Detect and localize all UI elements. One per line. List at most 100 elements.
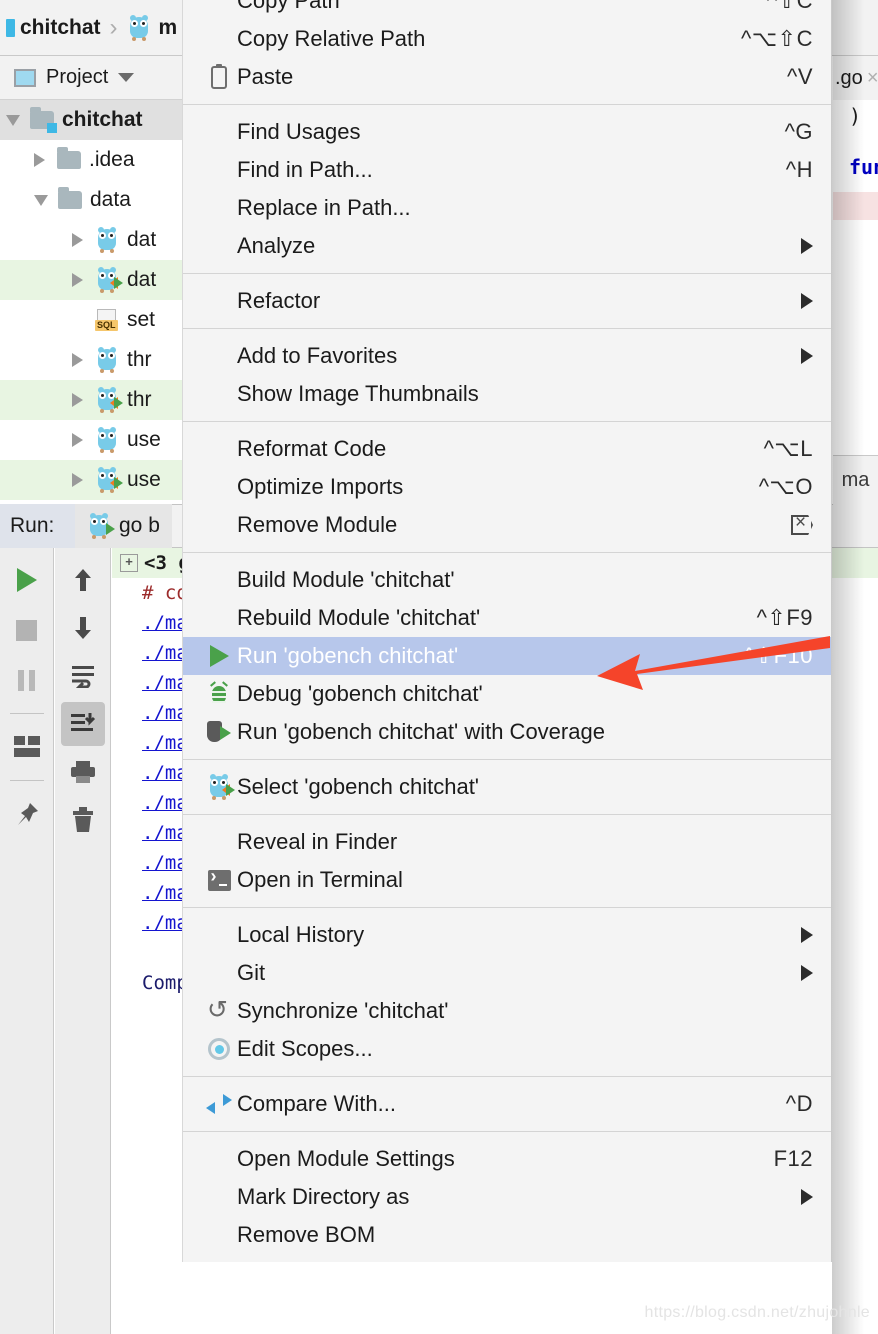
menu-item-refactor[interactable]: Refactor [183, 282, 831, 320]
console-link[interactable]: ./ma [142, 822, 188, 844]
console-link[interactable]: ./ma [142, 882, 188, 904]
print-button[interactable] [61, 750, 105, 794]
menu-item-shortcut: ^⌥O [758, 474, 813, 499]
tree-row-go-file[interactable]: thr [0, 340, 182, 380]
no-icon [201, 565, 237, 595]
tree-row-chitchat[interactable]: chitchat [0, 100, 182, 140]
console-link[interactable]: ./ma [142, 792, 188, 814]
expand-arrow-icon[interactable] [34, 153, 45, 167]
expand-arrow-icon[interactable] [72, 393, 83, 407]
sql-file-icon: SQL [95, 309, 119, 331]
menu-item-remove-bom[interactable]: Remove BOM [183, 1216, 831, 1254]
layout-button[interactable] [5, 725, 49, 769]
tree-row-data[interactable]: data [0, 180, 182, 220]
expand-arrow-icon[interactable] [72, 433, 83, 447]
fold-expand-icon[interactable]: + [120, 554, 138, 572]
no-icon [201, 286, 237, 316]
pin-button[interactable] [5, 792, 49, 836]
folder-module-icon [30, 107, 57, 133]
console-link[interactable]: ./ma [142, 912, 188, 934]
menu-group-vcs: Local History Git ↺ Synchronize 'chitcha… [183, 908, 831, 1076]
project-tool-window-header[interactable]: Project [0, 56, 182, 100]
menu-item-compare-with[interactable]: Compare With... ^D [183, 1085, 831, 1123]
menu-item-edit-scopes[interactable]: Edit Scopes... [183, 1030, 831, 1068]
menu-item-copy-relative-path[interactable]: Copy Relative Path ^⌥⇧C [183, 20, 831, 58]
expand-arrow-icon[interactable] [72, 233, 83, 247]
tree-row-go-file[interactable]: dat [0, 220, 182, 260]
menu-item-build-module[interactable]: Build Module 'chitchat' [183, 561, 831, 599]
breadcrumb-project[interactable]: chitchat [20, 16, 101, 40]
tree-row-go-file[interactable]: use [0, 420, 182, 460]
tree-row-sql-file[interactable]: SQL set [0, 300, 182, 340]
menu-item-run-with-coverage[interactable]: Run 'gobench chitchat' with Coverage [183, 713, 831, 751]
down-stack-button[interactable] [61, 606, 105, 650]
project-tree[interactable]: chitchat .idea data dat dat SQL set thr … [0, 100, 182, 504]
menu-item-reveal-in-finder[interactable]: Reveal in Finder [183, 823, 831, 861]
scroll-to-end-button[interactable] [60, 702, 105, 746]
menu-item-optimize-imports[interactable]: Optimize Imports ^⌥O [183, 468, 831, 506]
clear-all-button[interactable] [61, 798, 105, 842]
tree-row-go-file-run[interactable]: dat [0, 260, 182, 300]
go-gopher-run-icon [201, 772, 237, 802]
menu-item-copy-path[interactable]: Copy Path ^⇧C [183, 0, 831, 20]
menu-item-git[interactable]: Git [183, 954, 831, 992]
no-icon [201, 193, 237, 223]
go-file-run-icon [95, 387, 123, 413]
tree-row-go-file-run[interactable]: thr [0, 380, 182, 420]
console-link[interactable]: ./ma [142, 852, 188, 874]
menu-item-label: Copy Path [237, 0, 340, 13]
menu-item-local-history[interactable]: Local History [183, 916, 831, 954]
menu-item-find-usages[interactable]: Find Usages ^G [183, 113, 831, 151]
console-link[interactable]: ./ma [142, 732, 188, 754]
pause-button[interactable] [5, 658, 49, 702]
console-link[interactable]: ./ma [142, 762, 188, 784]
pause-icon [18, 669, 35, 691]
soft-wrap-button[interactable] [61, 654, 105, 698]
menu-item-shortcut [791, 512, 813, 535]
tree-row-go-file-run[interactable]: use [0, 460, 182, 500]
breadcrumb-file[interactable]: m [159, 16, 178, 40]
menu-item-label: Synchronize 'chitchat' [237, 998, 449, 1023]
menu-item-replace-in-path[interactable]: Replace in Path... [183, 189, 831, 227]
console-link[interactable]: ./ma [142, 672, 188, 694]
context-menu-shadow [832, 0, 878, 1334]
menu-item-select-gobench-chitchat[interactable]: Select 'gobench chitchat' [183, 768, 831, 806]
menu-item-paste[interactable]: Paste ^V [183, 58, 831, 96]
menu-item-reformat-code[interactable]: Reformat Code ^⌥L [183, 430, 831, 468]
menu-item-shortcut: ^V [787, 64, 813, 89]
chevron-down-icon[interactable] [118, 73, 135, 82]
stop-button[interactable] [5, 608, 49, 652]
menu-item-analyze[interactable]: Analyze [183, 227, 831, 265]
menu-group-refactor: Refactor [183, 274, 831, 328]
tree-row-idea[interactable]: .idea [0, 140, 182, 180]
expand-arrow-icon[interactable] [72, 473, 83, 487]
expand-arrow-icon[interactable] [72, 273, 83, 287]
menu-item-label: Find in Path... [237, 157, 373, 182]
menu-item-mark-directory-as[interactable]: Mark Directory as [183, 1178, 831, 1216]
run-toolbar-secondary [55, 548, 111, 1334]
expand-arrow-icon[interactable] [72, 353, 83, 367]
console-link[interactable]: ./ma [142, 702, 188, 724]
menu-group-search: Find Usages ^G Find in Path... ^H Replac… [183, 105, 831, 273]
no-icon [201, 827, 237, 857]
menu-item-find-in-path[interactable]: Find in Path... ^H [183, 151, 831, 189]
run-config-tab[interactable]: go b [75, 504, 172, 548]
menu-item-label: Refactor [237, 288, 321, 313]
expand-arrow-icon[interactable] [34, 194, 48, 206]
up-stack-button[interactable] [61, 558, 105, 602]
console-link[interactable]: ./ma [142, 642, 188, 664]
menu-item-synchronize-chitchat[interactable]: ↺ Synchronize 'chitchat' [183, 992, 831, 1030]
rerun-button[interactable] [5, 558, 49, 602]
run-panel-label: Run: [0, 504, 75, 548]
menu-item-open-module-settings[interactable]: Open Module Settings F12 [183, 1140, 831, 1178]
no-icon [201, 1144, 237, 1174]
menu-item-add-to-favorites[interactable]: Add to Favorites [183, 337, 831, 375]
expand-arrow-icon[interactable] [6, 114, 20, 126]
console-link[interactable]: ./ma [142, 612, 188, 634]
toolbar-divider [9, 713, 44, 714]
menu-item-open-in-terminal[interactable]: Open in Terminal [183, 861, 831, 899]
menu-item-remove-module[interactable]: Remove Module [183, 506, 831, 544]
menu-item-show-image-thumbnails[interactable]: Show Image Thumbnails [183, 375, 831, 413]
menu-group-favorites: Add to Favorites Show Image Thumbnails [183, 329, 831, 421]
toolbar-divider [9, 780, 44, 781]
